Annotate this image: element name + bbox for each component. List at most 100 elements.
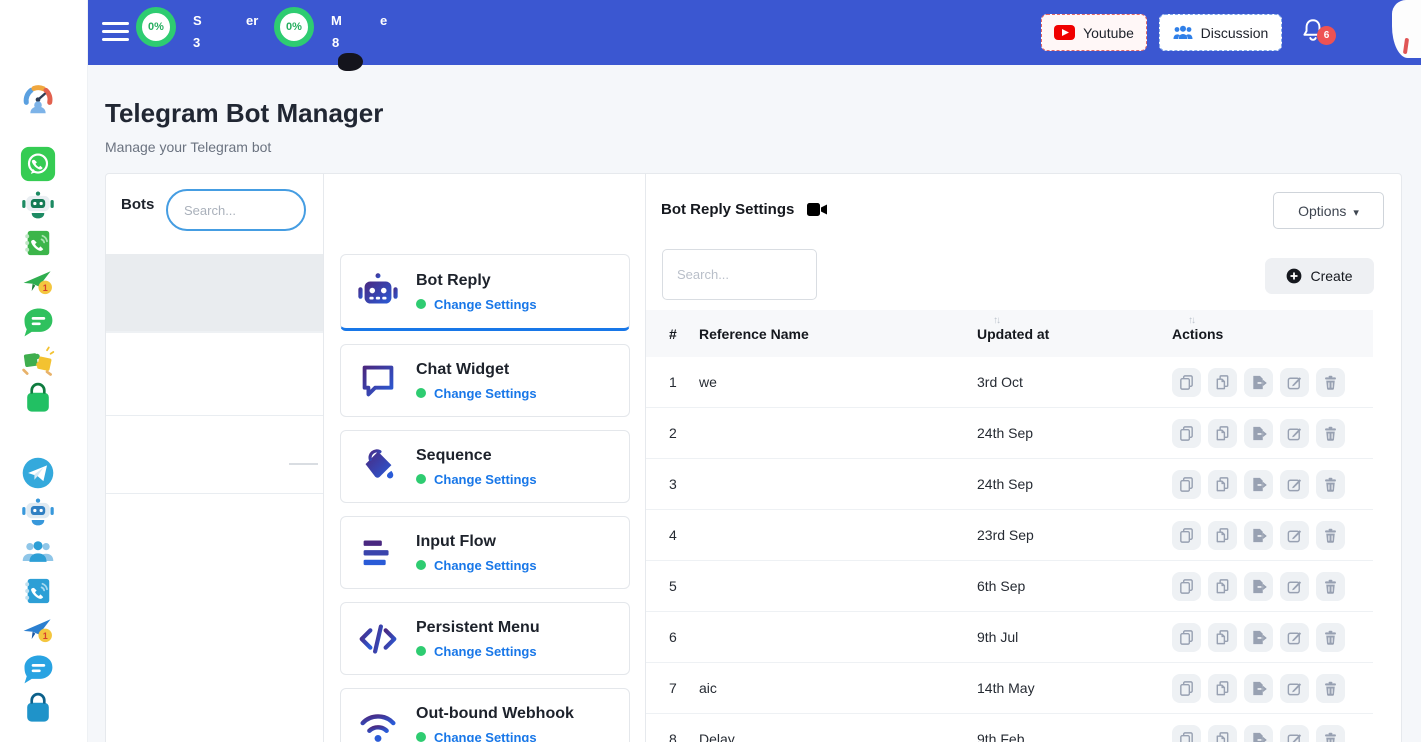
change-settings-link[interactable]: Change Settings [416, 644, 540, 659]
duplicate-icon [1214, 527, 1231, 544]
change-settings-link[interactable]: Change Settings [416, 472, 537, 487]
whatsapp-icon [20, 146, 56, 182]
duplicate-button[interactable] [1208, 674, 1237, 703]
copy-icon [1178, 476, 1195, 493]
sequence-icon [355, 444, 401, 490]
delete-button[interactable] [1316, 521, 1345, 550]
create-button[interactable]: Create [1265, 258, 1374, 294]
duplicate-button[interactable] [1208, 368, 1237, 397]
duplicate-button[interactable] [1208, 725, 1237, 742]
export-button[interactable] [1244, 623, 1273, 652]
row-index: 1 [669, 374, 699, 390]
hamburger-menu-icon[interactable] [102, 22, 129, 42]
webhook-icon [355, 702, 401, 742]
status-dot [416, 732, 426, 742]
bot-icon[interactable] [19, 492, 57, 530]
options-dropdown-button[interactable]: Options [1273, 192, 1384, 229]
column-header-reference-name[interactable]: Reference Name [699, 326, 977, 342]
table-row: 4 23rd Sep [646, 510, 1373, 561]
chat-icon[interactable] [19, 303, 57, 341]
copy-button[interactable] [1172, 725, 1201, 742]
app-sidebar: 1 [0, 0, 88, 742]
edit-icon [1286, 425, 1303, 442]
delete-button[interactable] [1316, 470, 1345, 499]
change-settings-link[interactable]: Change Settings [416, 558, 537, 573]
discussion-button[interactable]: Discussion [1159, 14, 1282, 51]
copy-button[interactable] [1172, 368, 1201, 397]
table-search-input[interactable] [662, 249, 817, 300]
edit-button[interactable] [1280, 572, 1309, 601]
copy-button[interactable] [1172, 623, 1201, 652]
export-icon [1250, 731, 1267, 742]
integrations-icon[interactable] [19, 342, 57, 380]
youtube-button[interactable]: Youtube [1041, 14, 1147, 51]
duplicate-button[interactable] [1208, 470, 1237, 499]
settings-card-input-flow[interactable]: Input Flow Change Settings [340, 516, 630, 589]
duplicate-button[interactable] [1208, 419, 1237, 448]
copy-button[interactable] [1172, 674, 1201, 703]
notifications-bell[interactable]: 6 [1300, 17, 1334, 51]
table-row: 2 24th Sep [646, 408, 1373, 459]
copy-button[interactable] [1172, 470, 1201, 499]
chat-widget-icon [355, 358, 401, 404]
bot-icon[interactable] [19, 185, 57, 223]
edit-button[interactable] [1280, 623, 1309, 652]
column-header-updated-at[interactable]: Updated at [977, 326, 1172, 342]
dashboard-gauge-icon[interactable] [19, 78, 57, 116]
change-settings-link[interactable]: Change Settings [416, 730, 574, 742]
duplicate-button[interactable] [1208, 623, 1237, 652]
change-settings-link[interactable]: Change Settings [416, 386, 537, 401]
bot-list-item-selected[interactable] [106, 254, 323, 331]
edit-button[interactable] [1280, 521, 1309, 550]
sort-icon[interactable] [993, 315, 999, 326]
edit-button[interactable] [1280, 368, 1309, 397]
export-button[interactable] [1244, 674, 1273, 703]
store-icon[interactable] [19, 380, 57, 418]
delete-button[interactable] [1316, 419, 1345, 448]
edit-button[interactable] [1280, 725, 1309, 742]
export-button[interactable] [1244, 419, 1273, 448]
edit-button[interactable] [1280, 419, 1309, 448]
telegram-icon[interactable] [19, 454, 57, 492]
delete-button[interactable] [1316, 725, 1345, 742]
sort-icon[interactable] [1188, 315, 1194, 326]
settings-card-sequence[interactable]: Sequence Change Settings [340, 430, 630, 503]
duplicate-button[interactable] [1208, 572, 1237, 601]
copy-button[interactable] [1172, 419, 1201, 448]
copy-button[interactable] [1172, 572, 1201, 601]
audience-icon[interactable] [19, 533, 57, 571]
store-icon[interactable] [19, 690, 57, 728]
bot-icon [20, 186, 56, 222]
export-button[interactable] [1244, 572, 1273, 601]
settings-card-bot-reply[interactable]: Bot Reply Change Settings [340, 254, 630, 331]
settings-card-chat-widget[interactable]: Chat Widget Change Settings [340, 344, 630, 417]
delete-button[interactable] [1316, 572, 1345, 601]
video-camera-icon [807, 202, 828, 217]
delete-icon [1322, 476, 1339, 493]
edit-button[interactable] [1280, 470, 1309, 499]
settings-card-title: Chat Widget [416, 361, 537, 379]
bot-list-item-redacted[interactable] [106, 333, 323, 416]
contacts-icon[interactable] [19, 572, 57, 610]
duplicate-button[interactable] [1208, 521, 1237, 550]
export-button[interactable] [1244, 521, 1273, 550]
whatsapp-icon[interactable] [19, 145, 57, 183]
delete-button[interactable] [1316, 368, 1345, 397]
bot-list-item-redacted[interactable] [106, 416, 323, 494]
settings-card-outbound-webhook[interactable]: Out-bound Webhook Change Settings [340, 688, 630, 742]
settings-card-persistent-menu[interactable]: Persistent Menu Change Settings [340, 602, 630, 675]
campaign-icon[interactable]: 1 [19, 263, 57, 301]
edit-button[interactable] [1280, 674, 1309, 703]
campaign-icon[interactable]: 1 [19, 611, 57, 649]
export-button[interactable] [1244, 368, 1273, 397]
contacts-icon[interactable] [19, 224, 57, 262]
change-settings-link[interactable]: Change Settings [416, 297, 537, 312]
chat-icon[interactable] [19, 650, 57, 688]
bots-search-input[interactable] [166, 189, 306, 231]
export-button[interactable] [1244, 725, 1273, 742]
panel-title: Bot Reply Settings [661, 201, 794, 218]
delete-button[interactable] [1316, 623, 1345, 652]
copy-button[interactable] [1172, 521, 1201, 550]
delete-button[interactable] [1316, 674, 1345, 703]
export-button[interactable] [1244, 470, 1273, 499]
